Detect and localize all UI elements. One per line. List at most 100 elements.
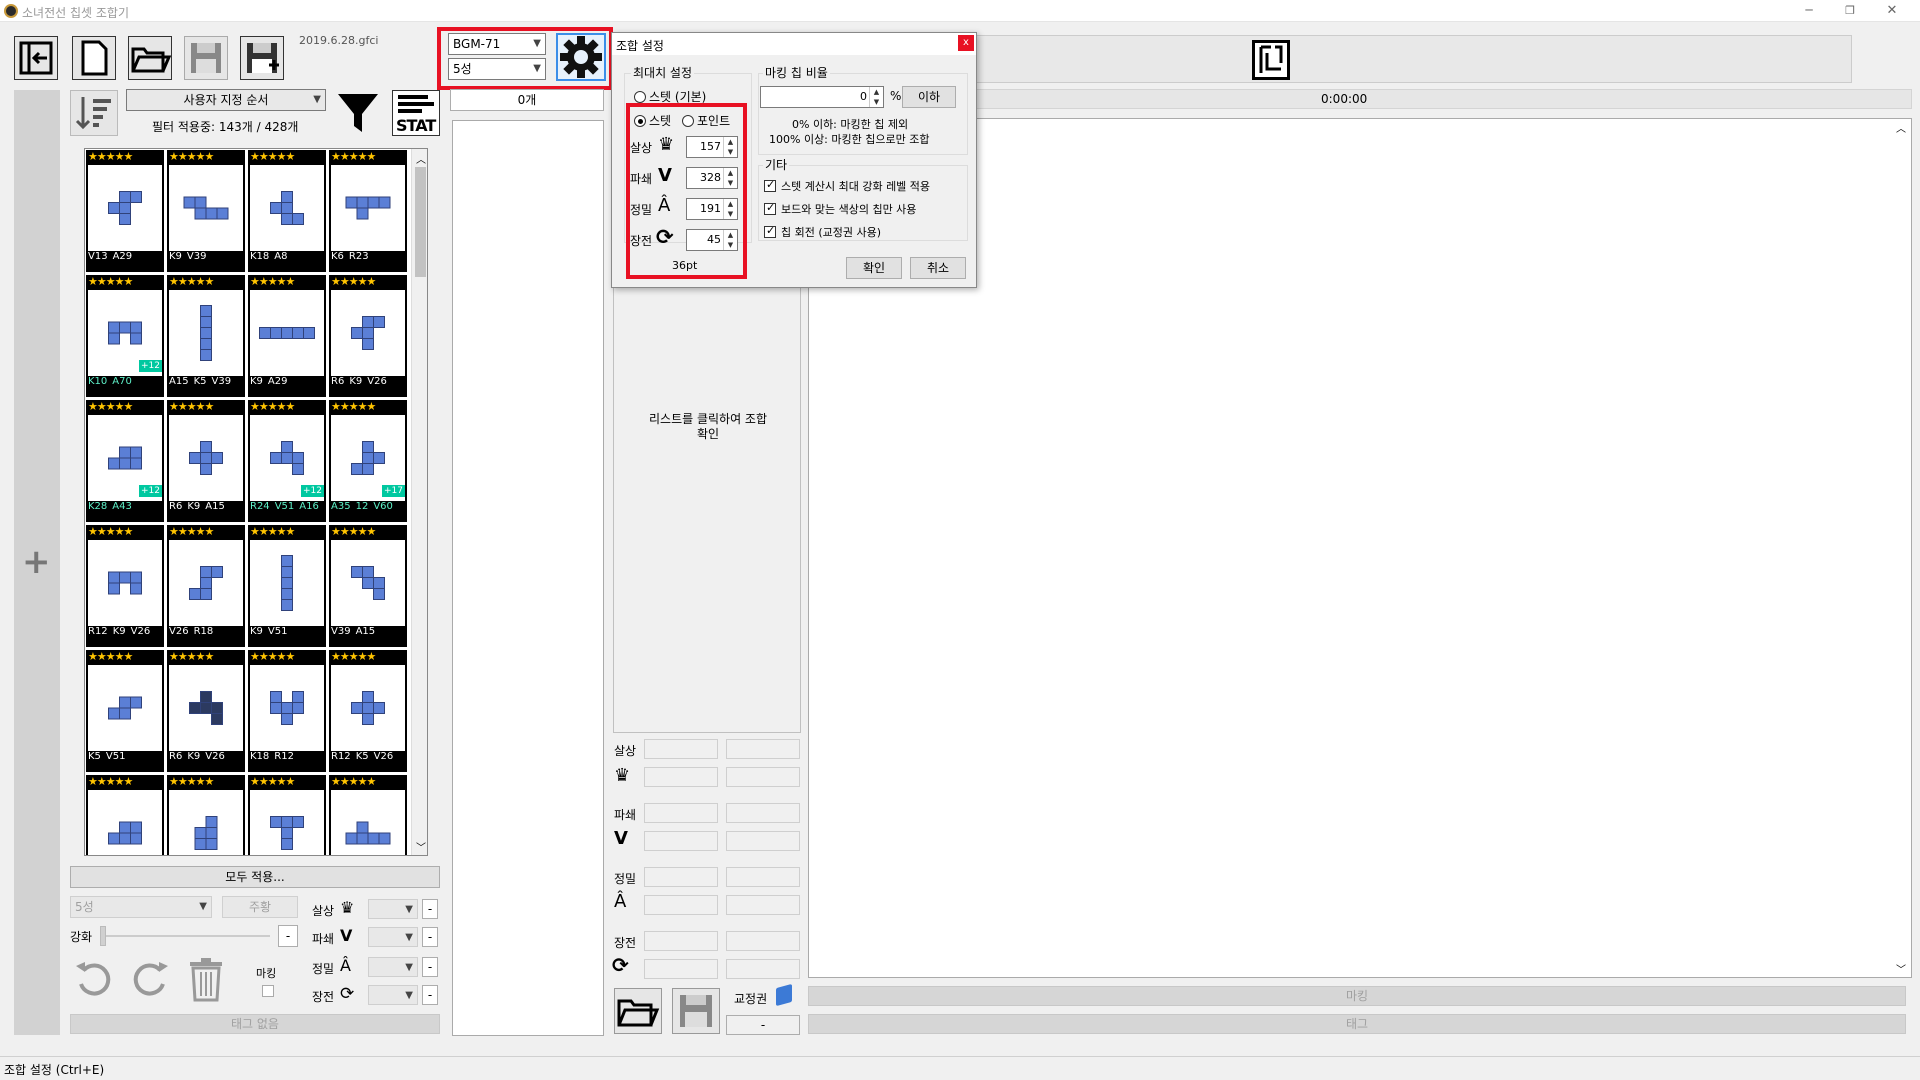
close-window-button[interactable]: ✕ — [1880, 0, 1904, 22]
left-collapse-strip[interactable]: + — [14, 90, 60, 1035]
save-as-icon[interactable] — [240, 36, 284, 80]
tag-bar: 태그 — [808, 1014, 1906, 1034]
check-rotate-chip[interactable]: 칩 회전 (교정권 사용) — [764, 224, 881, 240]
chip-card[interactable]: ★★★★★ R12 K5 V26 — [329, 650, 407, 772]
enhance-minus-button[interactable]: - — [278, 925, 298, 947]
stat-bars-icon — [398, 95, 434, 113]
chip-stats: K5 V51 — [86, 751, 164, 772]
checkbox[interactable] — [764, 224, 776, 238]
chip-stat-value: K9 — [250, 376, 263, 387]
chip-shape — [88, 790, 162, 855]
detail-stat-reload: 장전 — [614, 936, 637, 950]
chip-card[interactable]: ★★★★★ A15 K5 V39 — [167, 275, 245, 397]
sort-select[interactable]: 사용자 지정 순서 ▼ — [126, 89, 326, 111]
title-bar: 소녀전선 칩셋 조합기 ─ ❐ ✕ — [0, 0, 1920, 22]
restore-button[interactable]: ❐ — [1838, 0, 1862, 22]
scroll-up-icon[interactable]: ︿ — [1896, 120, 1906, 135]
chip-card[interactable]: ★★★★★ — [248, 775, 326, 855]
minimize-button[interactable]: ─ — [1797, 0, 1821, 22]
chip-stat-value: K5 — [88, 751, 101, 762]
ok-button[interactable]: 확인 — [846, 257, 902, 279]
checkbox[interactable] — [764, 178, 776, 192]
below-button[interactable]: 이하 — [902, 86, 956, 108]
chip-card[interactable]: ★★★★★ K6 R23 — [329, 150, 407, 272]
chip-card[interactable]: ★★★★★ K9 V39 — [167, 150, 245, 272]
updown-icon[interactable]: ▲ ▼ — [869, 87, 883, 107]
dialog-close-button[interactable]: x — [958, 35, 974, 51]
check-color-match[interactable]: 보드와 맞는 색상의 칩만 사용 — [764, 201, 916, 217]
checkbox[interactable] — [764, 201, 776, 215]
filter-icon[interactable] — [334, 90, 382, 136]
apply-all-button[interactable]: 모두 적용... — [70, 866, 440, 888]
chip-card[interactable]: ★★★★★ K18 R12 — [248, 650, 326, 772]
scroll-thumb[interactable] — [415, 167, 426, 277]
scroll-down-icon[interactable]: ﹀ — [1896, 961, 1906, 976]
stat-label-break: 파쇄 — [312, 932, 335, 946]
chip-card[interactable]: ★★★★★ +12 K10 A70 — [86, 275, 164, 397]
chip-stat-value: V26 — [367, 376, 387, 387]
chip-card[interactable]: ★★★★★ +12 K28 A43 — [86, 400, 164, 522]
combination-list[interactable] — [452, 120, 604, 1036]
chip-card[interactable]: ★★★★★ K18 A8 — [248, 150, 326, 272]
chip-shape — [250, 165, 324, 251]
damage-max-field — [726, 739, 800, 759]
chip-card[interactable]: ★★★★★ — [86, 775, 164, 855]
precision-minus-button[interactable]: - — [422, 957, 438, 977]
chip-stats: K18 A8 — [248, 251, 326, 272]
chip-card[interactable]: ★★★★★ V26 R18 — [167, 525, 245, 647]
chip-stat-value: 12 — [355, 501, 369, 512]
break-minus-button[interactable]: - — [422, 927, 438, 947]
chip-card[interactable]: ★★★★★ K5 V51 — [86, 650, 164, 772]
chip-stat-value: V26 — [205, 751, 225, 762]
ticket-book-icon — [776, 983, 792, 1007]
stat-label-precision: 정밀 — [312, 962, 335, 976]
rotate-right-icon[interactable] — [128, 956, 172, 1002]
chip-stars: ★★★★★ — [250, 650, 295, 663]
trash-icon[interactable] — [184, 956, 228, 1002]
scroll-down-icon[interactable]: ﹀ — [416, 839, 426, 854]
chip-card[interactable]: ★★★★★ K9 A29 — [248, 275, 326, 397]
chip-card[interactable]: ★★★★★ R12 K9 V26 — [86, 525, 164, 647]
enhance-slider[interactable] — [100, 926, 270, 946]
reload-minus-button[interactable]: - — [422, 985, 438, 1005]
chip-stats: K10 A70 — [86, 376, 164, 397]
chip-card[interactable]: ★★★★★ R6 K9 V26 — [167, 650, 245, 772]
chip-stat-value: V13 — [88, 251, 108, 262]
chip-card[interactable]: ★★★★★ R6 K9 A15 — [167, 400, 245, 522]
chip-stars: ★★★★★ — [331, 525, 376, 538]
chip-stats: K28 A43 — [86, 501, 164, 522]
mark-checkbox[interactable] — [262, 985, 274, 997]
chip-stat-value: R6 — [169, 751, 183, 762]
chip-shape — [169, 790, 243, 855]
exit-icon[interactable] — [14, 36, 58, 80]
combination-detail-panel[interactable]: 리스트를 클릭하여 조합 확인 — [613, 283, 801, 733]
chip-card[interactable]: ★★★★★ V13 A29 — [86, 150, 164, 272]
rotate-left-icon[interactable] — [72, 956, 116, 1002]
ticket-value: - — [726, 1015, 800, 1035]
chip-stars: ★★★★★ — [88, 150, 133, 163]
sort-icon[interactable] — [70, 90, 118, 136]
chip-card[interactable]: ★★★★★ V39 A15 — [329, 525, 407, 647]
chip-grid-scrollbar[interactable]: ︿ ﹀ — [411, 149, 427, 855]
chip-card[interactable]: ★★★★★ — [167, 775, 245, 855]
open-folder-icon[interactable] — [128, 36, 172, 80]
plus-icon[interactable]: + — [22, 542, 51, 582]
version-date: 2019.6.28.gfci — [299, 34, 379, 47]
chip-card[interactable]: ★★★★★ +17 A35 12 V60 — [329, 400, 407, 522]
scroll-up-icon[interactable]: ︿ — [416, 151, 426, 166]
chip-card[interactable]: ★★★★★ K9 V51 — [248, 525, 326, 647]
chip-stars: ★★★★★ — [250, 775, 295, 788]
new-file-icon[interactable] — [72, 36, 116, 80]
chip-shape — [250, 540, 324, 626]
stat-button[interactable]: STAT — [392, 90, 440, 136]
chip-card[interactable]: ★★★★★ +12 R24 V51 A16 — [248, 400, 326, 522]
damage-minus-button[interactable]: - — [422, 899, 438, 919]
chip-card[interactable]: ★★★★★ R6 K9 V26 — [329, 275, 407, 397]
chip-card[interactable]: ★★★★★ — [329, 775, 407, 855]
slider-handle[interactable] — [100, 926, 106, 946]
cancel-button[interactable]: 취소 — [910, 257, 966, 279]
check-max-enhance[interactable]: 스텟 계산시 최대 강화 레벨 적용 — [764, 178, 930, 194]
enhance-badge: +12 — [139, 485, 162, 497]
open-preset-folder-icon[interactable] — [614, 988, 662, 1034]
mark-ratio-spinner[interactable]: 0 ▲ ▼ — [760, 86, 884, 108]
